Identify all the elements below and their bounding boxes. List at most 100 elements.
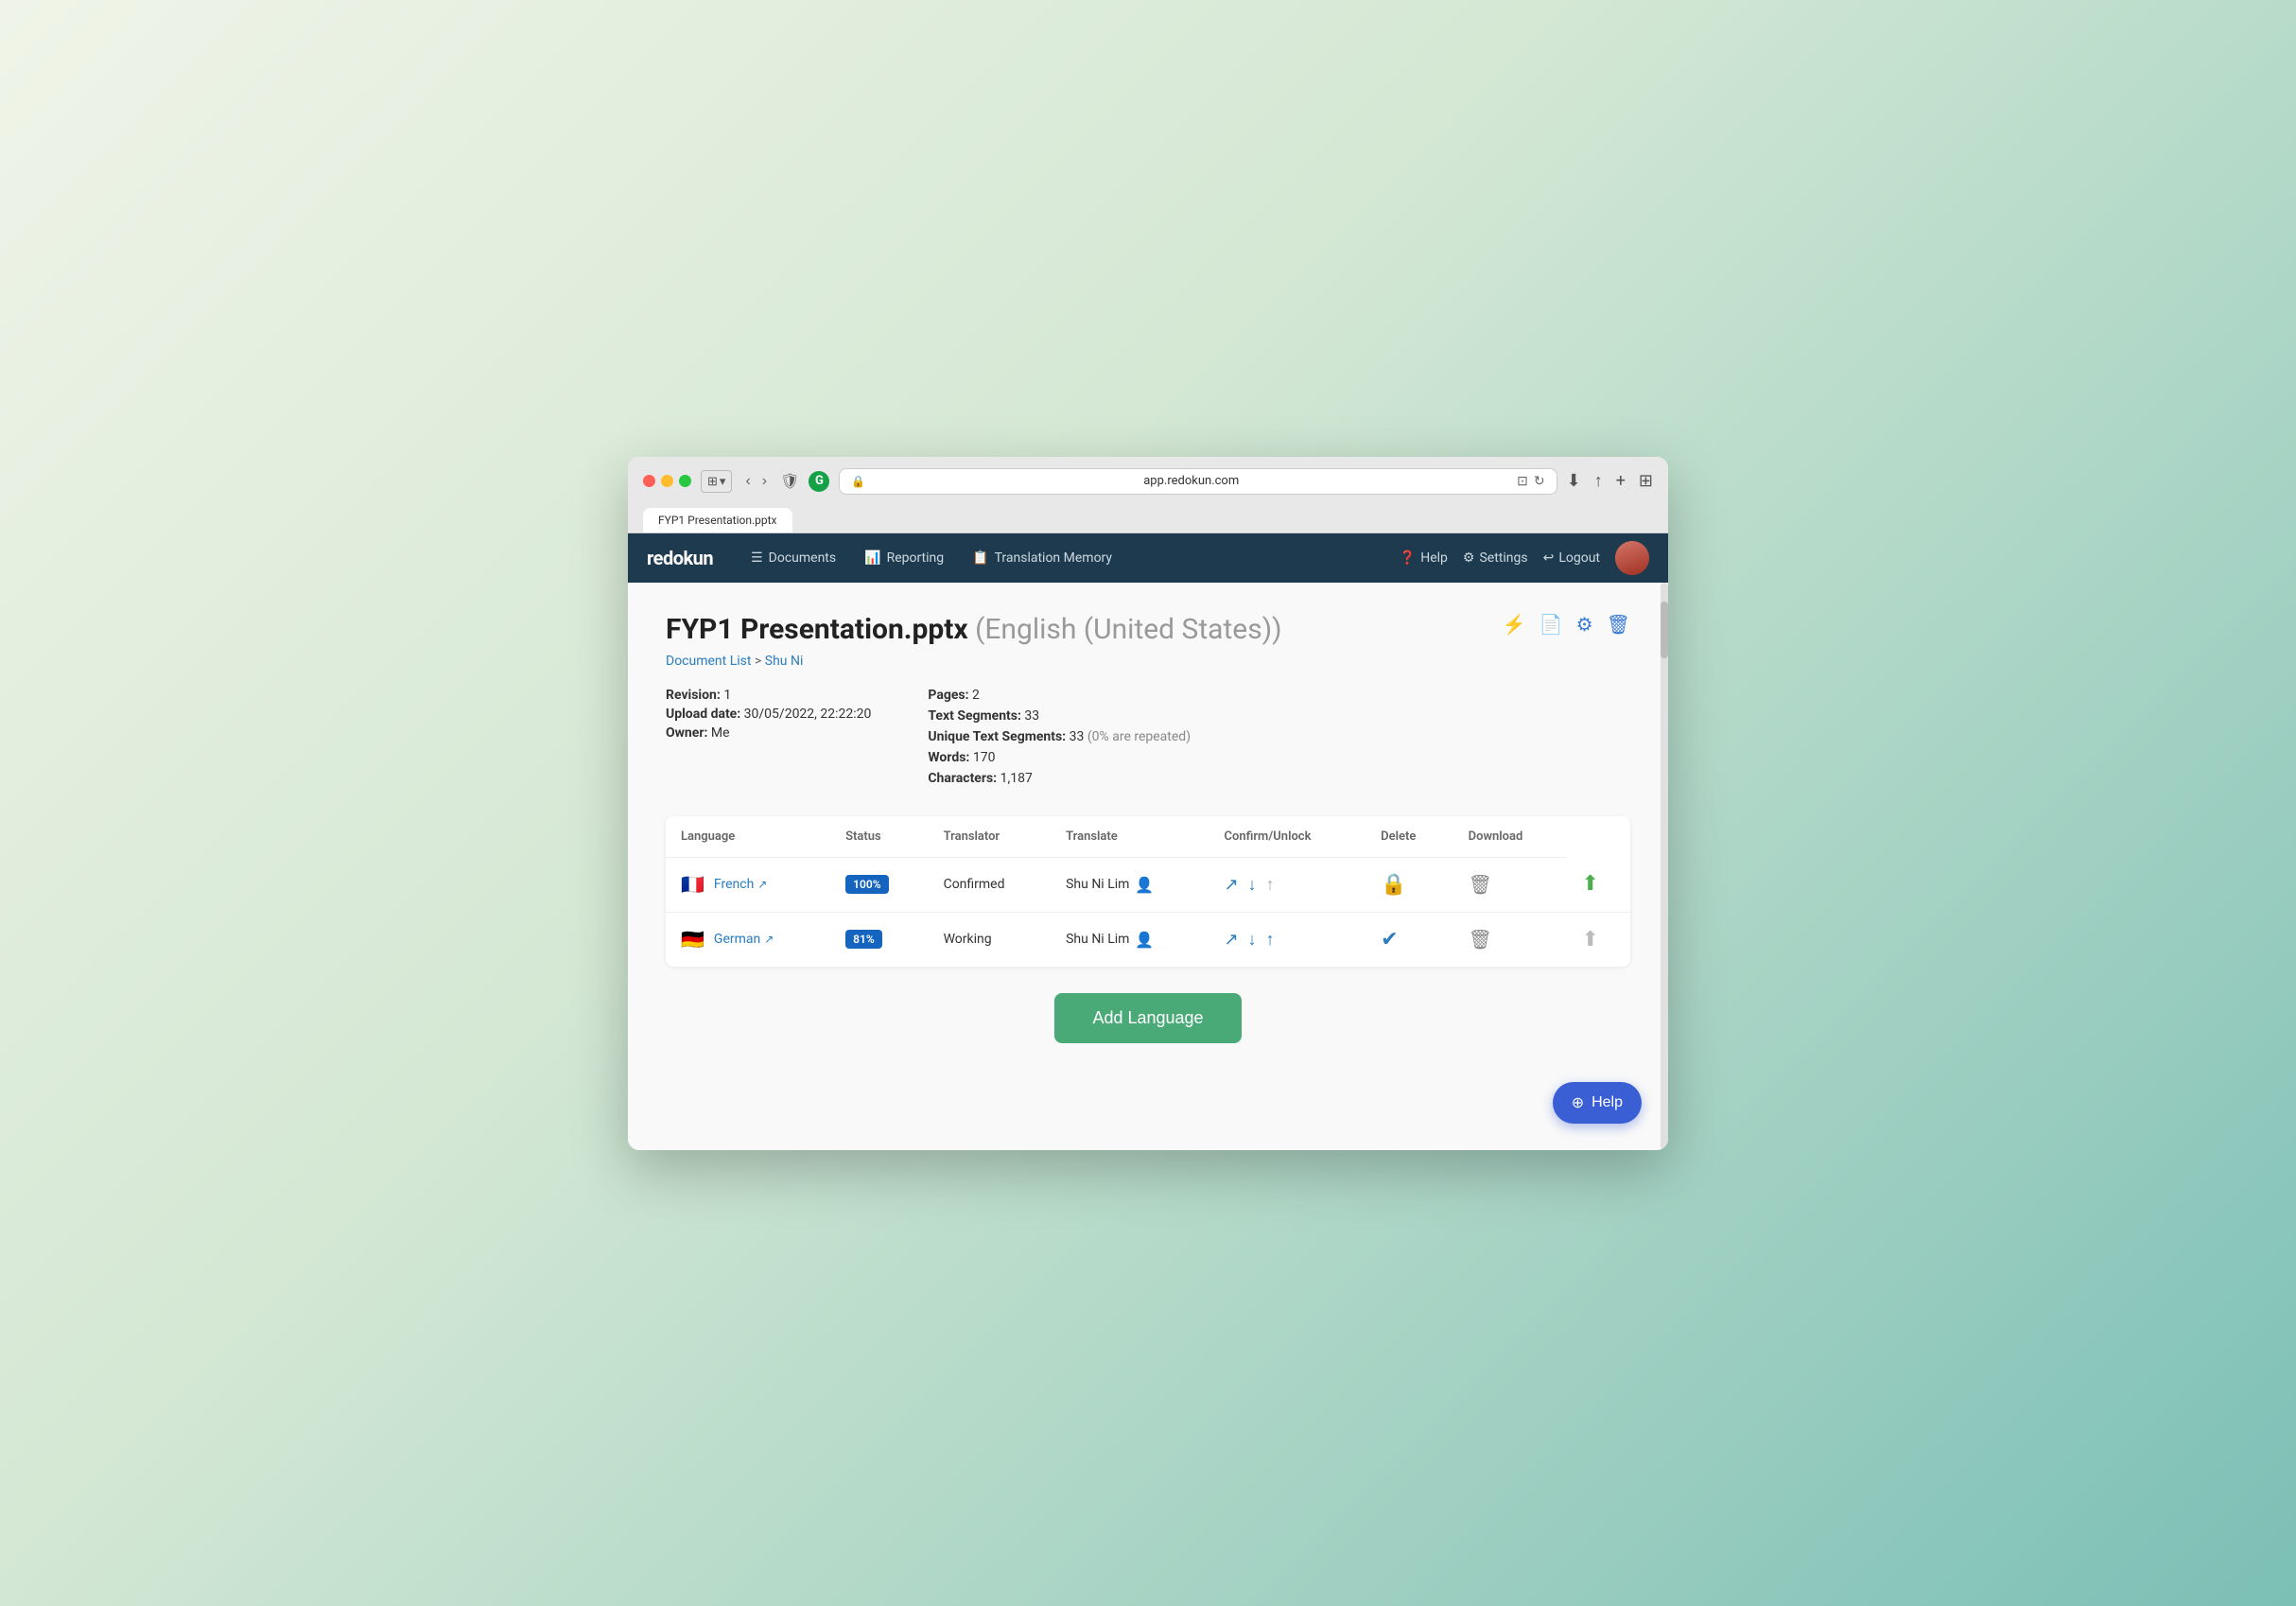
document-title: FYP1 Presentation.pptx: [666, 613, 968, 646]
tab-grid-icon[interactable]: ⊞: [1639, 471, 1653, 491]
upload-date-value: 30/05/2022, 22:22:20: [744, 707, 872, 722]
unique-segments-value: 33: [1070, 729, 1085, 744]
unique-segments-field: Unique Text Segments: 33 (0% are repeate…: [928, 729, 1191, 744]
status-text-cell-german: Working: [929, 912, 1052, 967]
document-delete-icon[interactable]: 🗑: [1607, 613, 1630, 636]
text-segments-value: 33: [1024, 708, 1039, 724]
document-language: (English (United States)): [975, 613, 1281, 646]
upload-date-label: Upload date:: [666, 707, 740, 722]
french-link[interactable]: French: [714, 877, 754, 892]
reporting-icon: 📊: [864, 550, 880, 566]
app-nav: redokun ☰ Documents 📊 Reporting 📋 Transl…: [628, 533, 1668, 583]
table-row: 🇩🇪 German ↗ 81% Working Shu Ni Lim: [666, 912, 1630, 967]
nav-right: ❓ Help ⚙ Settings ↩ Logout: [1400, 541, 1649, 575]
translate-actions-cell-french: ↗ ↓ ↑: [1209, 857, 1365, 912]
delete-lang-icon-french[interactable]: 🗑: [1469, 873, 1492, 896]
sidebar-toggle[interactable]: ⊞ ▾: [701, 470, 732, 493]
chevron-down-icon: ▾: [720, 474, 726, 489]
status-cell-french: 100%: [830, 857, 928, 912]
help-icon: ❓: [1400, 550, 1416, 566]
check-confirm-icon-german[interactable]: ✔: [1381, 928, 1398, 951]
col-language: Language: [666, 816, 830, 858]
nav-logout-label: Logout: [1558, 550, 1600, 566]
user-avatar[interactable]: [1615, 541, 1649, 575]
status-text-cell-french: Confirmed: [929, 857, 1052, 912]
language-name-french[interactable]: 🇫🇷 French ↗: [681, 873, 815, 896]
scrollbar[interactable]: [1661, 583, 1668, 1150]
help-fab-button[interactable]: ⊕ Help: [1553, 1082, 1642, 1124]
language-cell-french: 🇫🇷 French ↗: [666, 857, 830, 912]
flag-french: 🇫🇷: [681, 873, 704, 896]
translate-actions-cell-german: ↗ ↓ ↑: [1209, 912, 1365, 967]
lock-confirm-icon-french[interactable]: 🔒: [1381, 873, 1406, 897]
logout-icon: ↩: [1543, 550, 1555, 566]
language-cell-german: 🇩🇪 German ↗: [666, 912, 830, 967]
app-logo[interactable]: redokun: [647, 547, 713, 569]
characters-value: 1,187: [1000, 771, 1033, 786]
nav-logout[interactable]: ↩ Logout: [1543, 550, 1600, 566]
close-button[interactable]: [643, 475, 655, 487]
scrollbar-thumb[interactable]: [1661, 602, 1668, 658]
minimize-button[interactable]: [661, 475, 673, 487]
share-icon[interactable]: ↑: [1594, 471, 1603, 491]
translate-actions-french: ↗ ↓ ↑: [1224, 875, 1350, 895]
address-bar[interactable]: 🔒 app.redokun.com ⊡ ↻: [839, 468, 1557, 495]
open-editor-icon-german[interactable]: ↗: [1224, 930, 1238, 950]
maximize-button[interactable]: [679, 475, 691, 487]
translation-memory-icon: 📋: [972, 550, 988, 566]
url-text: app.redokun.com: [871, 474, 1511, 488]
characters-field: Characters: 1,187: [928, 771, 1191, 786]
translate-actions-german: ↗ ↓ ↑: [1224, 930, 1350, 950]
export-translation-icon-german[interactable]: ↑: [1266, 930, 1275, 950]
nav-help[interactable]: ❓ Help: [1400, 550, 1448, 566]
file-preview-icon[interactable]: 📄: [1539, 613, 1563, 636]
col-translate: Translate: [1051, 816, 1209, 858]
automate-icon[interactable]: ⚡: [1503, 613, 1526, 636]
unique-segments-muted: (0% are repeated): [1087, 729, 1191, 744]
import-translation-icon-german[interactable]: ↓: [1248, 930, 1257, 950]
nav-settings[interactable]: ⚙ Settings: [1463, 550, 1528, 566]
open-editor-icon-french[interactable]: ↗: [1224, 875, 1238, 895]
meta-right: Pages: 2 Text Segments: 33 Unique Text S…: [928, 688, 1191, 786]
pages-value: 2: [972, 688, 980, 703]
back-button[interactable]: ‹: [741, 471, 754, 492]
download-icon-german[interactable]: ⬆: [1582, 928, 1599, 951]
breadcrumb-document-list[interactable]: Document List: [666, 654, 751, 669]
meta-left: Revision: 1 Upload date: 30/05/2022, 22:…: [666, 688, 871, 786]
upload-date-field: Upload date: 30/05/2022, 22:22:20: [666, 707, 871, 722]
add-language-button[interactable]: Add Language: [1054, 993, 1241, 1043]
nav-items: ☰ Documents 📊 Reporting 📋 Translation Me…: [739, 545, 1400, 571]
download-manager-icon[interactable]: ⬇: [1567, 471, 1581, 491]
nav-reporting[interactable]: 📊 Reporting: [853, 545, 955, 571]
language-name-german[interactable]: 🇩🇪 German ↗: [681, 928, 815, 951]
reload-icon[interactable]: ↻: [1534, 474, 1545, 489]
nav-documents[interactable]: ☰ Documents: [739, 545, 847, 571]
translator-cell-french: Shu Ni Lim 👤: [1051, 857, 1209, 912]
help-fab-icon: ⊕: [1572, 1093, 1584, 1112]
translator-cell-german: Shu Ni Lim 👤: [1051, 912, 1209, 967]
new-tab-icon[interactable]: +: [1616, 471, 1626, 491]
breadcrumb-separator: >: [755, 654, 761, 669]
shield-icon: 🛡: [780, 472, 799, 490]
export-translation-icon-french[interactable]: ↑: [1266, 875, 1275, 895]
sidebar-icon: ⊞: [707, 474, 718, 489]
nav-translation-memory[interactable]: 📋 Translation Memory: [961, 545, 1123, 571]
delete-cell-german: 🗑: [1453, 912, 1567, 967]
nav-translation-memory-label: Translation Memory: [995, 550, 1112, 566]
forward-button[interactable]: ›: [758, 471, 771, 492]
status-confirmed: Confirmed: [944, 877, 1005, 892]
import-translation-icon-french[interactable]: ↓: [1248, 875, 1257, 895]
german-link[interactable]: German: [714, 932, 760, 947]
progress-badge-french: 100%: [845, 875, 888, 894]
active-tab[interactable]: FYP1 Presentation.pptx: [643, 508, 792, 532]
breadcrumb-user[interactable]: Shu Ni: [765, 654, 804, 669]
download-icon-french[interactable]: ⬆: [1582, 872, 1599, 896]
owner-field: Owner: Me: [666, 725, 871, 741]
translate-page-icon: ⊡: [1517, 474, 1528, 489]
table-row: 🇫🇷 French ↗ 100% Confirmed Shu Ni Lim: [666, 857, 1630, 912]
add-language-section: Add Language: [666, 993, 1630, 1043]
main-content: ⚡ 📄 ⚙ 🗑 FYP1 Presentation.pptx (English …: [628, 583, 1668, 1150]
revision-label: Revision:: [666, 688, 721, 703]
document-settings-icon[interactable]: ⚙: [1576, 613, 1593, 636]
delete-lang-icon-german[interactable]: 🗑: [1469, 928, 1492, 951]
